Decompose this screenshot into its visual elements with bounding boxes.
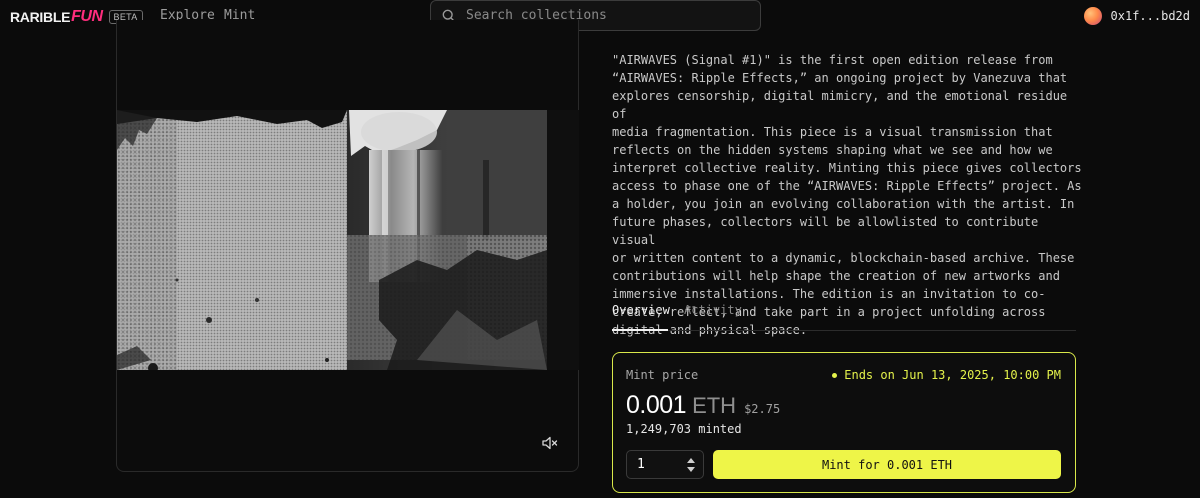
detail-tabs: Overview Activity [612, 303, 1076, 331]
media-panel [116, 20, 579, 472]
mint-end-status: Ends on Jun 13, 2025, 10:00 PM [832, 368, 1061, 382]
mint-card: Mint price Ends on Jun 13, 2025, 10:00 P… [612, 352, 1076, 493]
wallet-avatar [1083, 7, 1102, 25]
quantity-stepper[interactable]: 1 [626, 450, 704, 479]
artwork-image [117, 110, 579, 370]
mint-price-label: Mint price [626, 368, 699, 382]
decrement-arrow-icon[interactable] [686, 466, 696, 474]
mint-button[interactable]: Mint for 0.001 ETH [713, 450, 1061, 479]
price-unit: ETH [692, 393, 737, 418]
wallet-address: 0x1f...bd2d [1110, 9, 1190, 23]
wallet-button[interactable]: 0x1f...bd2d [1083, 6, 1190, 26]
logo-fun-mark: FUN [71, 8, 103, 25]
quantity-value[interactable]: 1 [637, 457, 645, 472]
increment-arrow-icon[interactable] [686, 456, 696, 464]
artwork-video[interactable] [117, 110, 579, 370]
tab-overview[interactable]: Overview [612, 303, 670, 331]
price-usd: $2.75 [744, 402, 781, 416]
mint-end-text: Ends on Jun 13, 2025, 10:00 PM [844, 368, 1061, 382]
collection-description: "AIRWAVES (Signal #1)" is the first open… [612, 53, 1082, 337]
collection-title-peek [612, 22, 692, 32]
minted-count: 1,249,703 minted [626, 422, 742, 436]
price-value: 0.001 [626, 391, 687, 419]
status-dot-icon [832, 372, 838, 378]
mint-price: 0.001 ETH $2.75 [626, 391, 780, 420]
speaker-muted-icon[interactable] [542, 436, 558, 450]
logo-wordmark: RARIBLE [10, 9, 71, 25]
tab-activity[interactable]: Activity [684, 303, 742, 331]
